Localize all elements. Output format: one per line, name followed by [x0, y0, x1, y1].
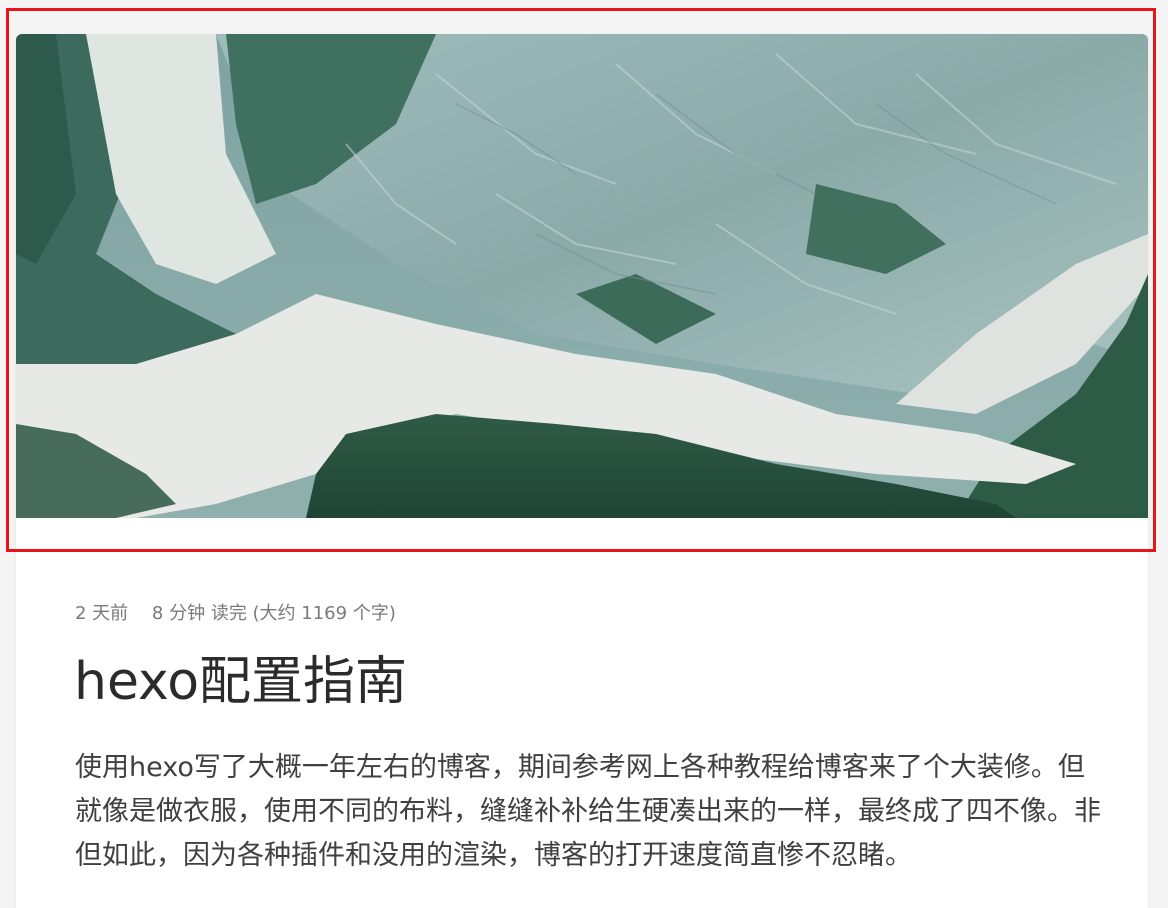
- post-read-time: 8 分钟 读完 (大约 1169 个字): [151, 603, 396, 624]
- post-meta: 2 天前 8 分钟 读完 (大约 1169 个字): [75, 599, 414, 625]
- post-date: 2 天前: [75, 603, 129, 624]
- post-excerpt: 使用hexo写了大概一年左右的博客，期间参考网上各种教程给博客来了个大装修。但就…: [75, 752, 1101, 871]
- post-title-link[interactable]: hexo配置指南: [74, 639, 407, 714]
- post-cover-image[interactable]: [16, 34, 1148, 518]
- page: 2 天前 8 分钟 读完 (大约 1169 个字) hexo配置指南 使用hex…: [0, 0, 1168, 908]
- post-card: 2 天前 8 分钟 读完 (大约 1169 个字) hexo配置指南 使用hex…: [16, 34, 1148, 908]
